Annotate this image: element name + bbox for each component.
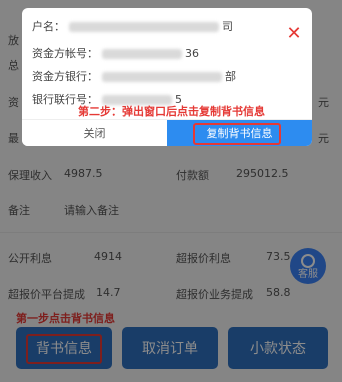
- redacted-value: [101, 72, 222, 82]
- close-icon[interactable]: ✕: [284, 24, 304, 44]
- bank-label: 资金方银行：: [32, 70, 98, 83]
- step2-hint: 第二步：弹出窗口后点击复制背书信息: [78, 105, 265, 118]
- copy-endorse-info-button[interactable]: 复制背书信息: [167, 120, 312, 146]
- copy-highlight-frame: [193, 123, 281, 145]
- redacted-value: [68, 22, 219, 32]
- account-name-suffix: 司: [222, 20, 233, 33]
- endorse-info-dialog: 户名： 司 资金方帐号： 36 资金方银行： 部 银行联行号： 5 ✕ 第二步：…: [22, 8, 312, 146]
- dialog-row-account-number: 资金方帐号： 36: [32, 45, 199, 61]
- account-name-label: 户名：: [32, 20, 65, 33]
- dialog-button-row: 关闭 复制背书信息: [22, 119, 312, 146]
- bank-suffix: 部: [225, 70, 236, 83]
- close-button[interactable]: 关闭: [22, 120, 167, 146]
- dialog-row-bank: 资金方银行： 部: [32, 68, 236, 84]
- account-number-suffix: 36: [185, 47, 199, 60]
- account-number-label: 资金方帐号：: [32, 47, 98, 60]
- dialog-row-account-name: 户名： 司: [32, 18, 233, 34]
- redacted-value: [101, 49, 182, 59]
